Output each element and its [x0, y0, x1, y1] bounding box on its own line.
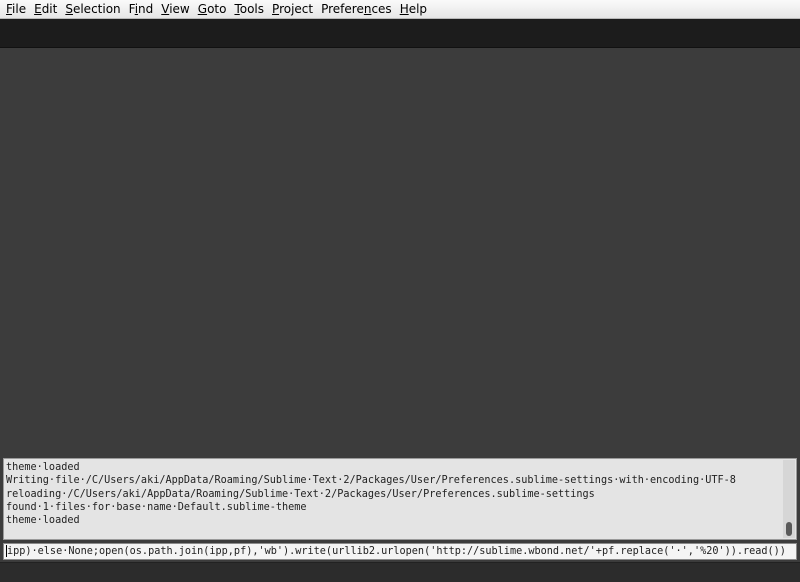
menu-find[interactable]: Find: [125, 0, 158, 18]
menu-bar: File Edit Selection Find View Goto Tools…: [0, 0, 800, 19]
menu-file[interactable]: File: [2, 0, 30, 18]
menu-goto-accel: G: [197, 2, 208, 16]
console-input-value: ipp)·else·None;open(os.path.join(ipp,pf)…: [7, 546, 786, 557]
console-scrollbar[interactable]: [783, 460, 795, 538]
menu-project-label: roject: [279, 2, 314, 16]
menu-tools-label: ools: [239, 2, 265, 16]
menu-help-accel: H: [399, 2, 409, 16]
console-line: theme·loaded: [6, 515, 80, 527]
menu-view-label: iew: [169, 2, 190, 16]
menu-view[interactable]: View: [157, 0, 193, 18]
menu-preferences-label: ces: [371, 2, 392, 16]
console-line: theme·loaded: [6, 462, 80, 473]
console-panel[interactable]: theme·loaded Writing·file·/C/Users/aki/Ap…: [3, 458, 797, 540]
console-input-text-wrap: ipp)·else·None;open(os.path.join(ipp,pf)…: [6, 545, 786, 559]
console-line: Writing·file·/C/Users/aki/AppData/Roamin…: [6, 475, 736, 487]
menu-selection[interactable]: Selection: [61, 0, 124, 18]
menu-project[interactable]: Project: [268, 0, 317, 18]
menu-help-label: elp: [408, 2, 428, 16]
menu-goto-label: oto: [207, 2, 227, 16]
status-bar: [0, 562, 800, 582]
tab-bar[interactable]: [0, 19, 800, 48]
console-line: found·1·files·for·base·name·Default.subl…: [6, 501, 307, 513]
console-scroll-thumb[interactable]: [786, 522, 792, 536]
menu-file-label: ile: [12, 2, 27, 16]
menu-goto[interactable]: Goto: [194, 0, 231, 18]
menu-find-label: nd: [138, 2, 154, 16]
console-output: theme·loaded Writing·file·/C/Users/aki/Ap…: [6, 461, 780, 527]
menu-edit[interactable]: Edit: [30, 0, 61, 18]
console-line: reloading·/C/Users/aki/AppData/Roaming/S…: [6, 488, 595, 500]
menu-help[interactable]: Help: [396, 0, 431, 18]
menu-selection-label: election: [72, 2, 121, 16]
sublime-text-window: File Edit Selection Find View Goto Tools…: [0, 0, 800, 582]
menu-tools[interactable]: Tools: [230, 0, 268, 18]
menu-preferences[interactable]: Preferences: [317, 0, 396, 18]
console-input[interactable]: ipp)·else·None;open(os.path.join(ipp,pf)…: [3, 543, 797, 560]
menu-project-accel: P: [272, 2, 280, 16]
menu-edit-label: dit: [41, 2, 58, 16]
menu-selection-accel: S: [65, 2, 73, 16]
menu-edit-accel: E: [34, 2, 42, 16]
menu-preferences-prefix: Prefere: [321, 2, 364, 16]
editor-area[interactable]: [0, 48, 800, 457]
